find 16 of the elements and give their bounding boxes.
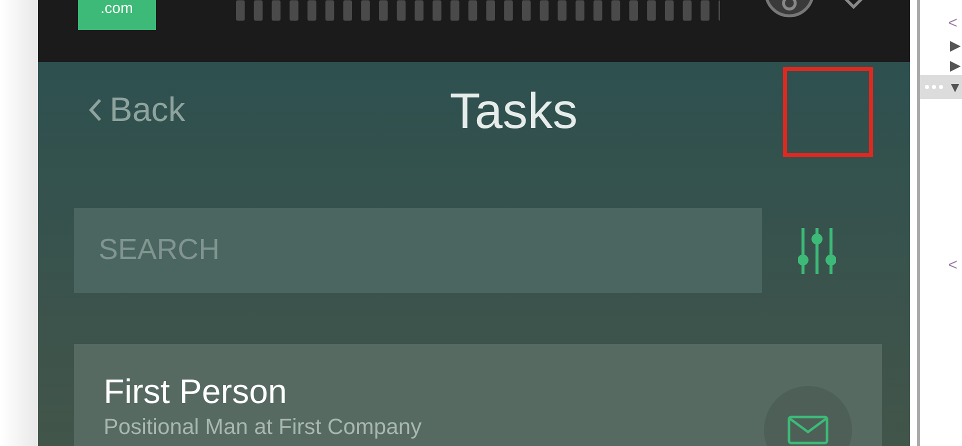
expand-arrow[interactable]: ▶ [950, 38, 962, 52]
page-title: Tasks [448, 82, 579, 141]
mail-icon [786, 415, 829, 445]
collapse-arrow[interactable]: ▼ [948, 80, 962, 94]
selected-row[interactable]: ▼ [920, 75, 962, 99]
more-icon [924, 84, 944, 90]
code-bracket: < [948, 16, 958, 32]
expand-arrow[interactable]: ▶ [950, 58, 962, 72]
back-button[interactable]: Back [88, 84, 186, 136]
contact-name: First Person [104, 372, 288, 412]
chevron-left-icon [88, 98, 102, 122]
filter-icon[interactable] [798, 226, 836, 276]
contact-role: Positional Man at First Company [104, 414, 422, 440]
task-card[interactable]: First Person Positional Man at First Company [74, 344, 882, 446]
code-bracket: < [948, 258, 958, 274]
logo: .com [78, 0, 156, 30]
